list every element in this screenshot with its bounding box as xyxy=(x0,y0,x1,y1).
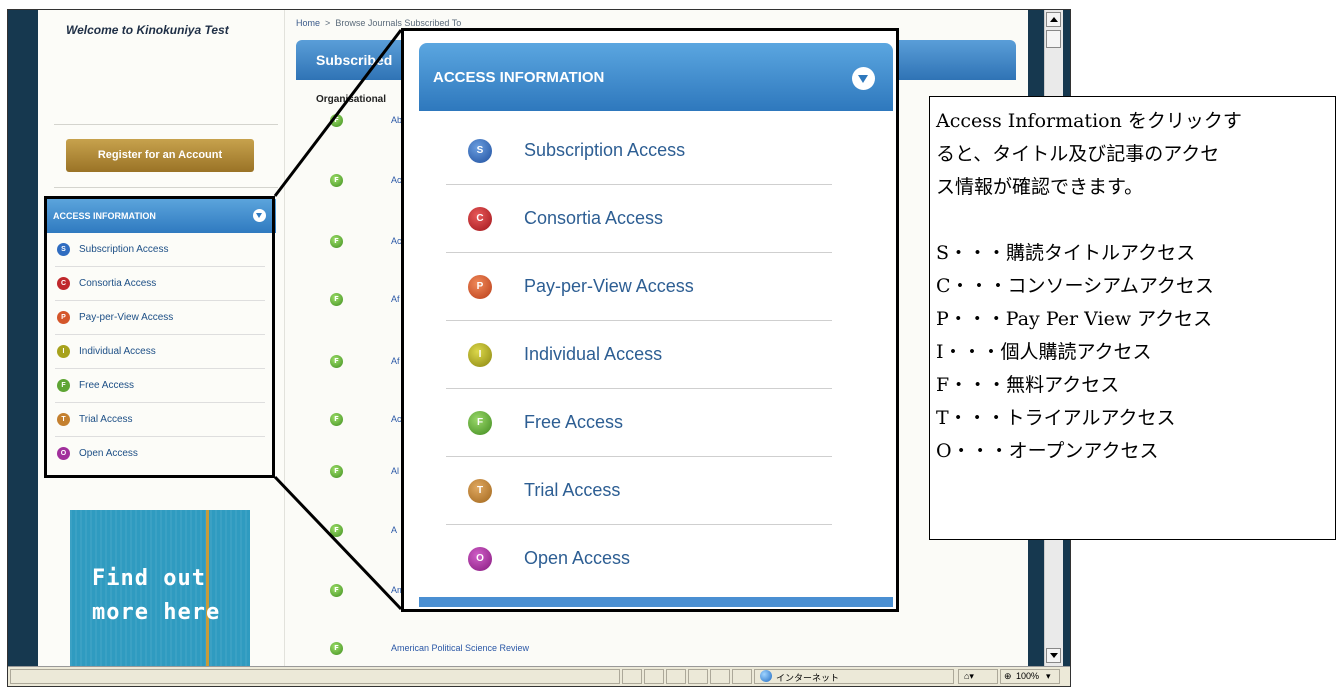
panel-footer xyxy=(419,597,893,607)
access-item-open[interactable]: O Open Access xyxy=(446,524,832,592)
free-badge-icon: F xyxy=(468,411,492,435)
access-item-label: Open Access xyxy=(524,548,631,568)
legend-line-i: I・・・個人購読アクセス xyxy=(936,341,1152,363)
legend-line-f: F・・・無料アクセス xyxy=(936,374,1120,396)
access-item-label: Pay-per-View Access xyxy=(524,276,694,296)
access-item-label: Subscription Access xyxy=(524,140,686,160)
access-info-title: ACCESS INFORMATION xyxy=(433,69,605,86)
access-item-consortia[interactable]: C Consortia Access xyxy=(446,184,832,253)
individual-badge-icon: I xyxy=(468,343,492,367)
access-info-header-zoomed[interactable]: ACCESS INFORMATION xyxy=(419,43,893,111)
access-item-label: Individual Access xyxy=(524,344,663,364)
access-info-panel-zoomed: ACCESS INFORMATION S Subscription Access… xyxy=(401,28,899,612)
legend-line-t: T・・・トライアルアクセス xyxy=(936,407,1176,429)
pay-per-view-badge-icon: P xyxy=(468,275,492,299)
note-line-3: ス情報が確認できます。 xyxy=(936,176,1144,198)
note-gap xyxy=(936,204,1335,237)
access-item-label: Trial Access xyxy=(524,480,621,500)
subscription-badge-icon: S xyxy=(468,139,492,163)
legend-line-c: C・・・コンソーシアムアクセス xyxy=(936,275,1214,297)
consortia-badge-icon: C xyxy=(468,207,492,231)
access-item-individual[interactable]: I Individual Access xyxy=(446,320,832,389)
note-line-1: Access Information をクリックす xyxy=(936,110,1242,132)
note-line-2: ると、タイトル及び記事のアクセ xyxy=(936,143,1220,165)
access-item-subscription[interactable]: S Subscription Access xyxy=(446,116,832,185)
legend-line-o: O・・・オープンアクセス xyxy=(936,440,1159,462)
legend-line-p: P・・・Pay Per View アクセス xyxy=(936,308,1213,330)
access-item-label: Consortia Access xyxy=(524,208,664,228)
annotation-note: Access Information をクリックす ると、タイトル及び記事のアク… xyxy=(929,96,1336,540)
access-item-label: Free Access xyxy=(524,412,624,432)
access-item-pay-per-view[interactable]: P Pay-per-View Access xyxy=(446,252,832,321)
chevron-down-icon[interactable] xyxy=(852,67,875,90)
legend-line-s: S・・・購読タイトルアクセス xyxy=(936,242,1196,264)
open-badge-icon: O xyxy=(468,547,492,571)
access-item-free[interactable]: F Free Access xyxy=(446,388,832,457)
trial-badge-icon: T xyxy=(468,479,492,503)
access-item-trial[interactable]: T Trial Access xyxy=(446,456,832,525)
